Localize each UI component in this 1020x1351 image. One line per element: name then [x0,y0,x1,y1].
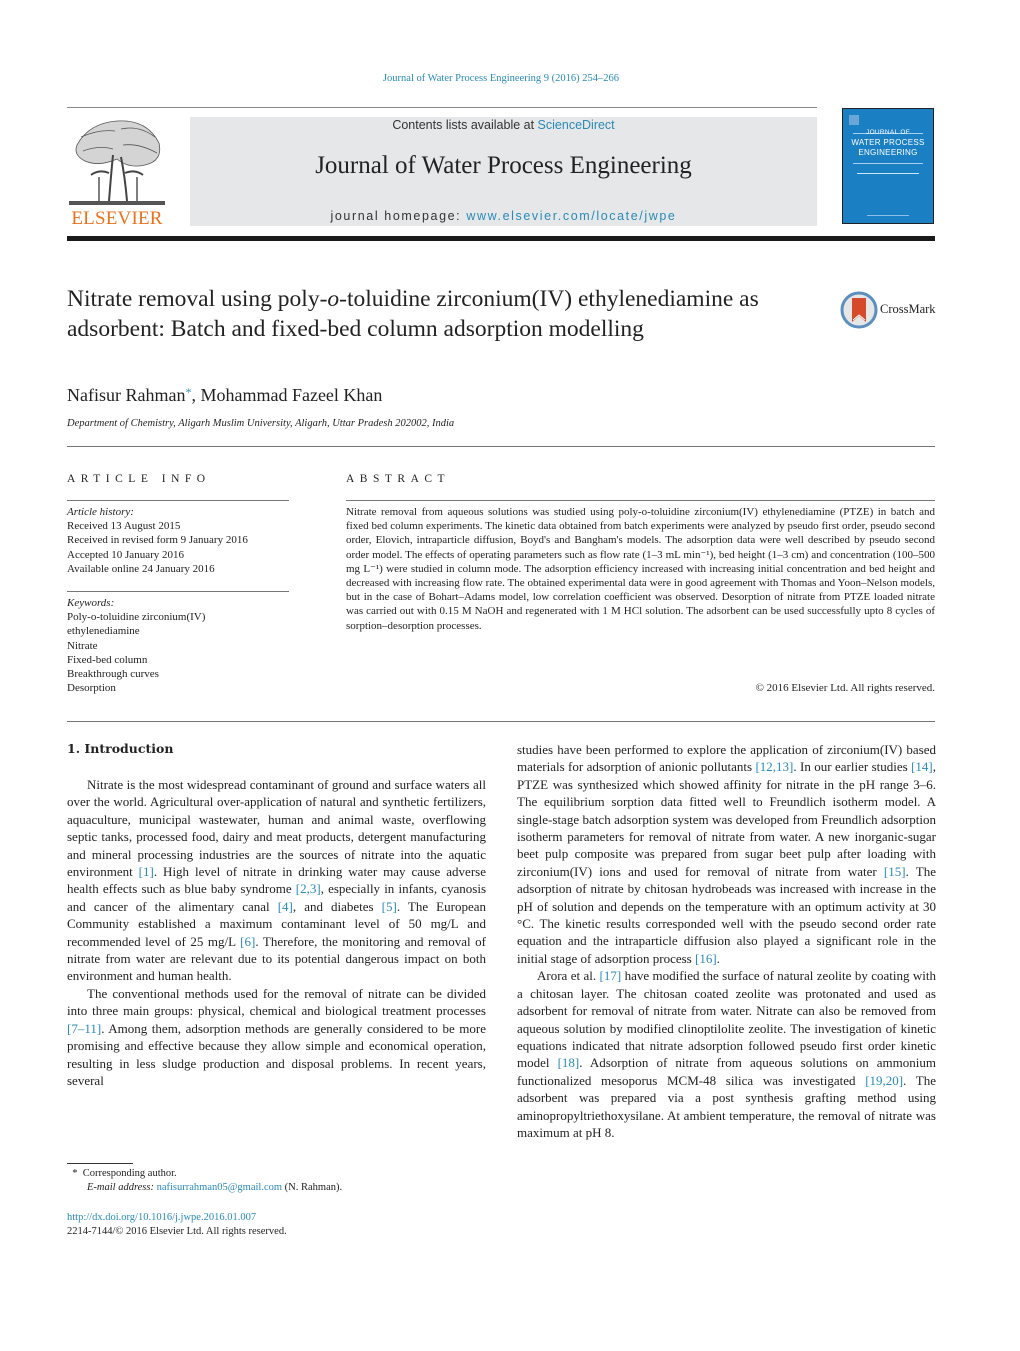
citation-link[interactable]: [1] [139,864,154,879]
journal-homepage-link[interactable]: www.elsevier.com/locate/jwpe [466,209,676,223]
journal-cover-thumbnail[interactable]: JOURNAL OF WATER PROCESS ENGINEERING [842,108,934,224]
title-italic-o: o [327,286,340,312]
affiliation: Department of Chemistry, Aligarh Muslim … [67,418,455,429]
citation-link[interactable]: [18] [558,1055,580,1070]
paragraph-text: . Among them, adsorption methods are gen… [67,1020,486,1088]
footnote-mark: * [72,1168,78,1179]
doi-link[interactable]: http://dx.doi.org/10.1016/j.jwpe.2016.01… [67,1212,256,1223]
footnote-rule [67,1163,133,1164]
paragraph-text: , PTZE was synthesized which showed affi… [517,759,936,879]
footnote-email-line: E-mail address: nafisurrahman05@gmail.co… [67,1181,487,1195]
citation-link[interactable]: [4] [278,899,293,914]
author-name[interactable]: Mohammad Fazeel Khan [200,385,382,405]
section-rule [67,446,935,447]
keyword-item: Poly-o-toluidine zirconium(IV) [67,611,206,624]
paragraph-text: . In our earlier studies [793,759,912,775]
running-head-citation[interactable]: Journal of Water Process Engineering 9 (… [0,73,1002,84]
paragraph-text: . [716,950,720,966]
citation-link[interactable]: [5] [382,899,397,914]
abstract-copyright: © 2016 Elsevier Ltd. All rights reserved… [755,682,935,694]
keyword-item: ethylenediamine [67,625,140,638]
crossmark-badge[interactable]: CrossMark [840,291,940,329]
doi-block: http://dx.doi.org/10.1016/j.jwpe.2016.01… [67,1211,487,1239]
keywords-rule [67,591,289,592]
body-paragraph: The conventional methods used for the re… [67,985,486,1089]
author-name[interactable]: Nafisur Rahman [67,385,185,405]
cover-subtitle-bar [857,173,919,174]
citation-link[interactable]: [2,3] [296,881,321,896]
email-link[interactable]: nafisurrahman05@gmail.com [157,1182,282,1193]
elsevier-wordmark: ELSEVIER [71,208,163,229]
cover-line-2-text: WATER PROCESS [851,138,925,147]
paragraph-text: , and diabetes [292,898,382,914]
footnote: * Corresponding author. E-mail address: … [67,1167,487,1195]
body-column-left: Nitrate is the most widespread contamina… [67,776,486,1089]
footnote-corresponding-text: Corresponding author. [82,1168,177,1179]
body-paragraph: Arora et al. [17] have modified the surf… [517,967,936,1141]
contents-prefix: Contents lists available at [392,118,538,132]
sciencedirect-link[interactable]: ScienceDirect [538,118,615,132]
keyword-item: Fixed-bed column [67,653,148,666]
history-item: Received in revised form 9 January 2016 [67,534,248,547]
citation-link[interactable]: [14] [911,759,933,774]
paragraph-text: . The adsorption of nitrate by chitosan … [517,863,936,966]
body-paragraph: Nitrate is the most widespread contamina… [67,776,486,985]
homepage-prefix: journal homepage: [330,209,467,223]
keyword-item: Nitrate [67,639,98,652]
history-item: Received 13 August 2015 [67,520,181,533]
cover-line-3-text: ENGINEERING [858,148,918,157]
citation-link[interactable]: [19,20] [865,1073,903,1088]
cover-divider [853,163,923,164]
elsevier-logo[interactable]: ELSEVIER [67,115,167,230]
cover-line-2: WATER PROCESS ENGINEERING [843,138,933,158]
article-title: Nitrate removal using poly-o-toluidine z… [67,285,767,344]
email-label: E-mail address: [87,1182,157,1193]
homepage-line: journal homepage: www.elsevier.com/locat… [190,209,817,223]
history-label: Article history: [67,506,134,518]
abstract-heading: ABSTRACT [346,473,451,485]
journal-title: Journal of Water Process Engineering [315,152,692,179]
abstract-rule [346,500,935,501]
header-thick-rule [67,236,935,241]
keywords-list: Keywords: Poly-o-toluidine zirconium(IV)… [67,596,297,695]
cover-line-1: JOURNAL OF [866,129,910,136]
footnote-corresponding: * Corresponding author. [67,1167,487,1181]
keyword-item: Desorption [67,682,116,695]
keywords-label: Keywords: [67,597,115,609]
journal-masthead: Contents lists available at ScienceDirec… [190,117,817,226]
article-history: Article history: Received 13 August 2015… [67,505,297,576]
article-info-heading: ARTICLE INFO [67,473,211,485]
cover-logo-icon [849,115,859,125]
paragraph-text: The conventional methods used for the re… [67,985,486,1019]
elsevier-tree-icon [69,120,165,205]
crossmark-icon [840,291,878,329]
email-suffix: (N. Rahman). [282,1182,343,1193]
contents-line: Contents lists available at ScienceDirec… [190,118,817,132]
crossmark-label: CrossMark [880,302,936,316]
history-item: Available online 24 January 2016 [67,562,215,575]
history-item: Accepted 10 January 2016 [67,548,184,561]
body-paragraph: studies have been performed to explore t… [517,741,936,967]
title-text-1: Nitrate removal using poly- [67,286,328,312]
body-column-right: studies have been performed to explore t… [517,741,936,1141]
citation-link[interactable]: [16] [695,951,717,966]
citation-link[interactable]: [17] [600,968,622,983]
keyword-item: Breakthrough curves [67,668,159,681]
author-list: Nafisur Rahman*, Mohammad Fazeel Khan [67,385,382,406]
section-heading-introduction: 1. Introduction [67,741,174,756]
header-rule [67,107,817,108]
citation-link[interactable]: [12,13] [755,759,793,774]
issn-copyright: 2214-7144/© 2016 Elsevier Ltd. All right… [67,1226,287,1237]
paragraph-text: Arora et al. [537,968,600,984]
citation-link[interactable]: [6] [240,934,255,949]
cover-footer-bar [867,215,909,216]
citation-link[interactable]: [15] [884,864,906,879]
citation-link[interactable]: [7–11] [67,1021,101,1036]
abstract-text: Nitrate removal from aqueous solutions w… [346,506,935,632]
section-rule [67,721,935,722]
article-info-rule [67,500,289,501]
